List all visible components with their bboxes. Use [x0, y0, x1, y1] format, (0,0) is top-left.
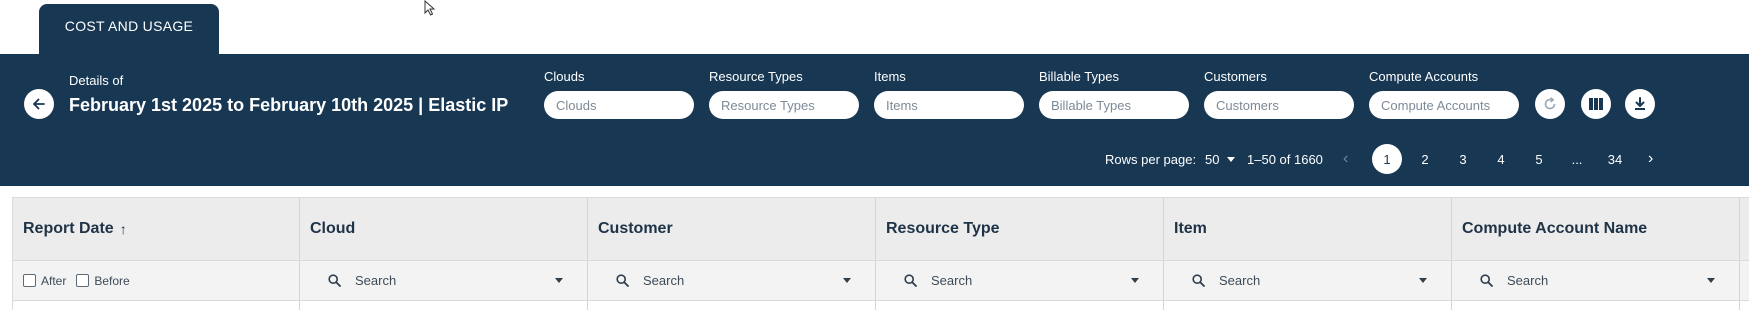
table-cell	[1452, 301, 1740, 310]
compute-accounts-input[interactable]	[1369, 91, 1519, 119]
column-title: Resource Type	[886, 220, 1000, 237]
rows-per-page-select[interactable]: 50	[1205, 152, 1236, 167]
column-title: Report Date	[23, 220, 114, 237]
resource-type-search-filter[interactable]: Search	[876, 261, 1164, 300]
download-icon	[1635, 97, 1645, 110]
table-filter-row: After Before Search Search Search Search…	[13, 261, 1749, 301]
after-label: After	[41, 273, 67, 288]
caret-down-icon	[1131, 278, 1139, 283]
column-title: Item	[1174, 220, 1207, 237]
customers-input[interactable]	[1204, 91, 1354, 119]
search-icon	[328, 274, 341, 287]
caret-down-icon	[1227, 157, 1236, 162]
back-button[interactable]	[24, 89, 54, 119]
column-header-report-date[interactable]: Report Date ↑	[13, 198, 300, 260]
search-placeholder: Search	[355, 273, 397, 288]
after-checkbox[interactable]: After	[23, 274, 66, 288]
before-checkbox[interactable]: Before	[76, 273, 130, 288]
caret-down-icon	[843, 278, 851, 283]
filter-label: Compute Accounts	[1369, 69, 1479, 84]
refresh-icon	[1544, 97, 1556, 110]
resource-types-input[interactable]	[709, 91, 859, 119]
search-placeholder: Search	[931, 273, 973, 288]
columns-button[interactable]	[1581, 89, 1611, 119]
rows-per-page-value: 50	[1205, 152, 1220, 167]
column-header-item[interactable]: Item	[1164, 198, 1452, 260]
page-button-34[interactable]: 34	[1600, 144, 1630, 174]
filter-customers: Customers	[1204, 68, 1354, 119]
search-icon	[616, 274, 629, 287]
search-icon	[904, 274, 917, 287]
report-header: Details of February 1st 2025 to February…	[0, 54, 1749, 186]
table-cell	[1164, 301, 1452, 310]
caret-down-icon	[555, 278, 563, 283]
cloud-search-filter[interactable]: Search	[300, 261, 588, 300]
column-header-resource-type[interactable]: Resource Type	[876, 198, 1164, 260]
sort-ascending-icon: ↑	[119, 221, 127, 237]
page-button-4[interactable]: 4	[1486, 144, 1516, 174]
page-button-3[interactable]: 3	[1448, 144, 1478, 174]
date-filter-cell: After Before	[13, 261, 300, 300]
filter-label: Customers	[1204, 69, 1267, 84]
page-button-1[interactable]: 1	[1372, 144, 1402, 174]
next-page-button[interactable]: ›	[1648, 150, 1653, 168]
table-cell	[300, 301, 588, 310]
rows-range: 1–50 of 1660	[1247, 152, 1323, 167]
filter-label: Items	[874, 69, 906, 84]
prev-page-button[interactable]: ‹	[1343, 150, 1348, 168]
customer-search-filter[interactable]: Search	[588, 261, 876, 300]
table-header-row: Report Date ↑ Cloud Customer Resource Ty…	[13, 197, 1749, 261]
checkbox-icon	[23, 274, 36, 287]
before-label: Before	[94, 273, 130, 288]
items-input[interactable]	[874, 91, 1024, 119]
page-ellipsis: ...	[1571, 151, 1583, 167]
clouds-input[interactable]	[544, 91, 694, 119]
columns-icon	[1589, 98, 1603, 110]
rows-per-page-label: Rows per page:	[1105, 152, 1197, 167]
caret-down-icon	[1419, 278, 1427, 283]
column-title: Compute Account Name	[1462, 220, 1648, 237]
download-button[interactable]	[1625, 89, 1655, 119]
table-row[interactable]	[13, 301, 1749, 310]
column-header-customer[interactable]: Customer	[588, 198, 876, 260]
filter-items: Items	[874, 68, 1024, 119]
column-title: Cloud	[310, 220, 356, 237]
tab-cost-and-usage[interactable]: COST AND USAGE	[39, 4, 219, 54]
search-icon	[1192, 274, 1205, 287]
table-cell	[13, 301, 300, 310]
filter-clouds: Clouds	[544, 68, 694, 119]
filter-label: Resource Types	[709, 69, 803, 84]
table-cell	[588, 301, 876, 310]
search-placeholder: Search	[643, 273, 685, 288]
caret-down-icon	[1707, 278, 1715, 283]
column-title: Customer	[598, 220, 673, 237]
data-table: Report Date ↑ Cloud Customer Resource Ty…	[12, 197, 1749, 310]
search-placeholder: Search	[1507, 273, 1549, 288]
search-placeholder: Search	[1219, 273, 1261, 288]
details-label: Details of	[69, 73, 124, 88]
table-cell	[876, 301, 1164, 310]
page-button-5[interactable]: 5	[1524, 144, 1554, 174]
compute-account-search-filter[interactable]: Search	[1452, 261, 1740, 300]
filter-compute-accounts: Compute Accounts	[1369, 68, 1519, 119]
billable-types-input[interactable]	[1039, 91, 1189, 119]
column-header-compute-account-name[interactable]: Compute Account Name	[1452, 198, 1740, 260]
filter-label: Billable Types	[1039, 69, 1119, 84]
filter-resource-types: Resource Types	[709, 68, 859, 119]
mouse-cursor-icon	[424, 0, 436, 16]
column-header-cloud[interactable]: Cloud	[300, 198, 588, 260]
reset-filters-button[interactable]	[1535, 89, 1565, 119]
report-title: February 1st 2025 to February 10th 2025 …	[69, 95, 509, 115]
filter-billable-types: Billable Types	[1039, 68, 1189, 119]
filter-label: Clouds	[544, 69, 585, 84]
item-search-filter[interactable]: Search	[1164, 261, 1452, 300]
tab-bar: COST AND USAGE	[0, 0, 1749, 54]
arrow-left-icon	[33, 98, 45, 110]
checkbox-icon	[76, 274, 90, 287]
search-icon	[1480, 274, 1493, 287]
page-button-2[interactable]: 2	[1410, 144, 1440, 174]
